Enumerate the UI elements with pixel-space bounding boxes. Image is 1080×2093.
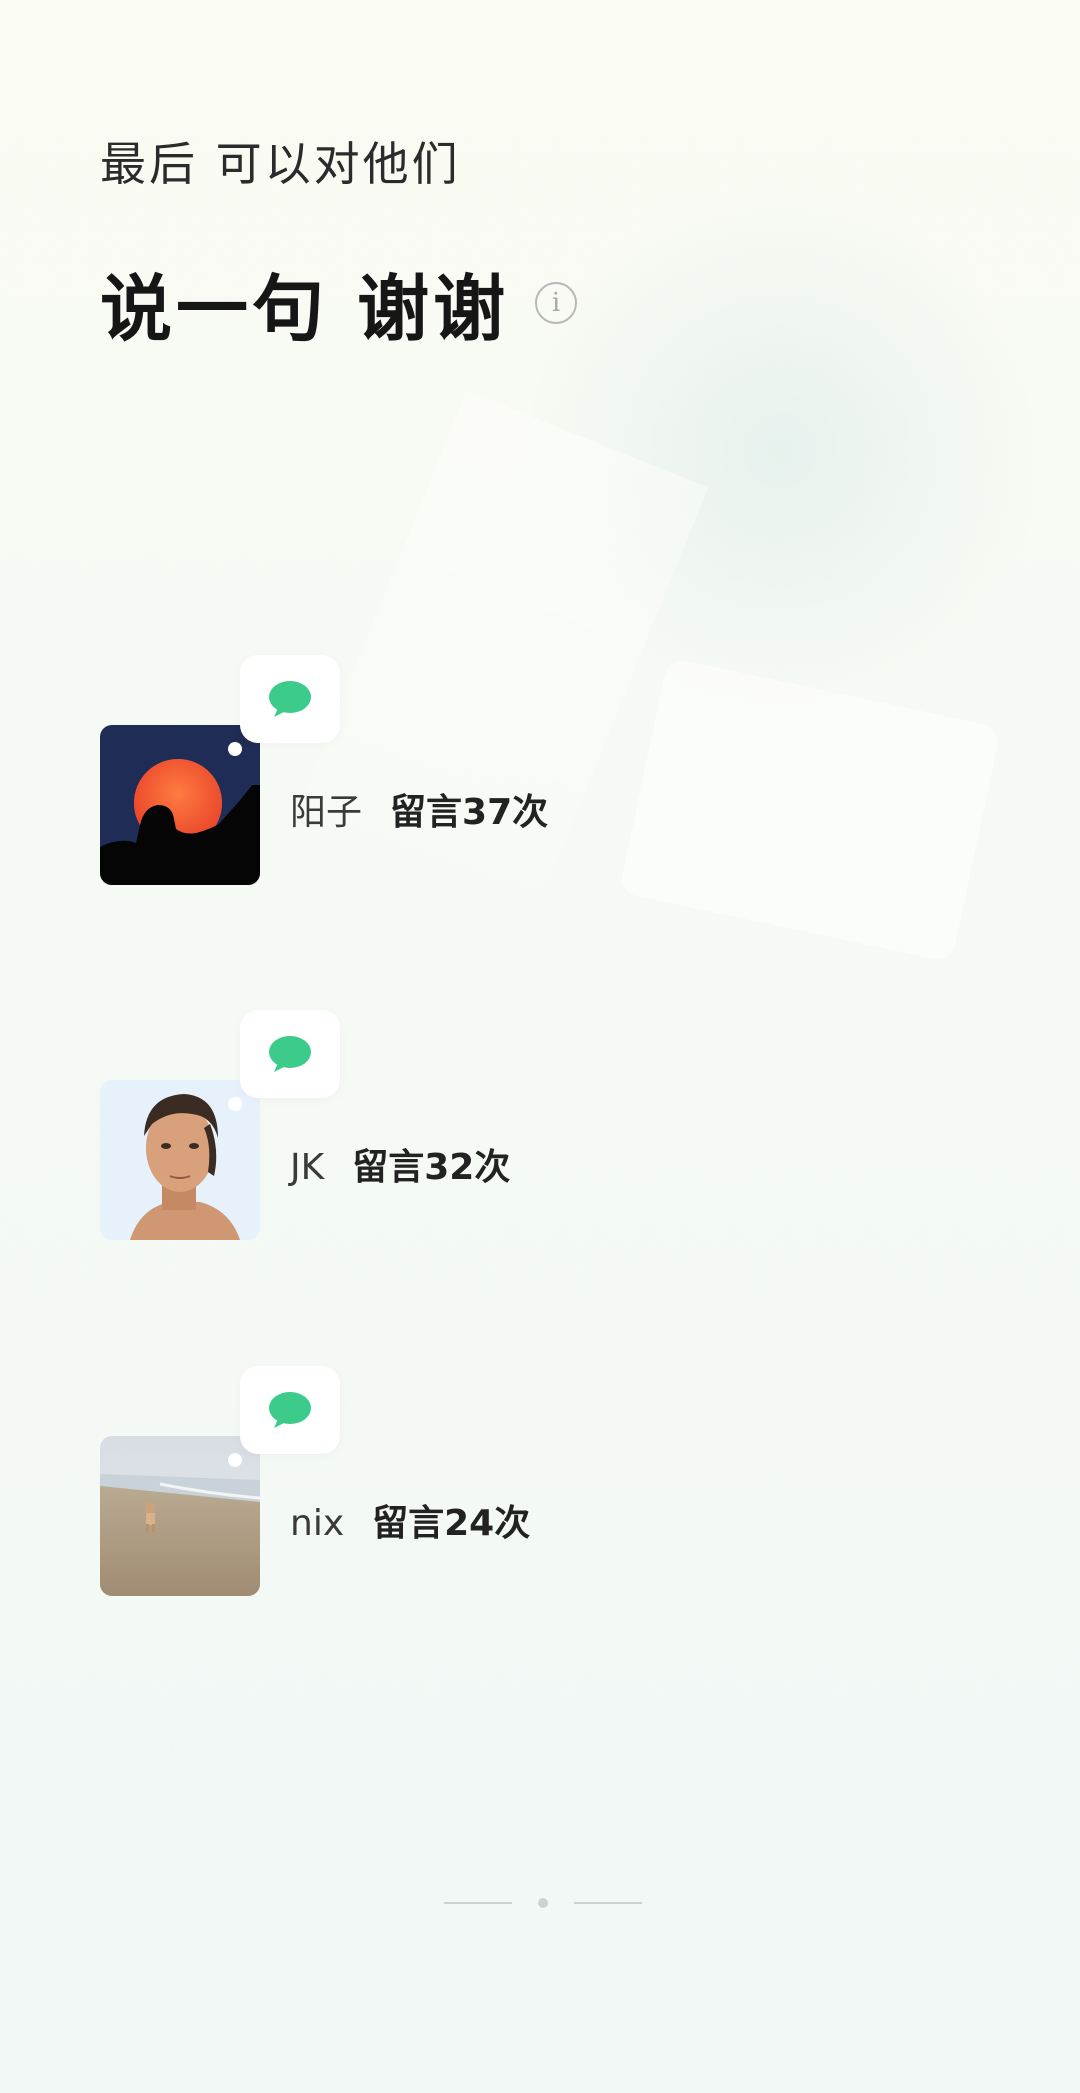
- page-subtitle: 最后 可以对他们: [100, 137, 461, 191]
- bubble-tail-dot: [228, 1097, 242, 1111]
- page-indicator-current: [538, 1898, 548, 1908]
- comment-count: 留言24次: [372, 1503, 531, 1544]
- title-row: 说一句 谢谢 i: [100, 250, 578, 355]
- chat-bubble-icon: [269, 681, 311, 717]
- bubble-tail-dot: [228, 742, 242, 756]
- page-indicator-next[interactable]: [574, 1902, 642, 1904]
- entry-meta: nix 留言24次: [290, 1494, 530, 1546]
- comment-bubble: [240, 655, 340, 743]
- user-name: JK: [290, 1147, 325, 1188]
- comment-count: 留言32次: [352, 1147, 511, 1188]
- comment-bubble: [240, 1366, 340, 1454]
- comment-bubble: [240, 1010, 340, 1098]
- chat-bubble-icon: [269, 1036, 311, 1072]
- user-name: nix: [290, 1503, 345, 1544]
- page-indicator-previous[interactable]: [444, 1902, 512, 1904]
- list-item[interactable]: 阳子 留言37次: [100, 655, 800, 895]
- page-indicator: [444, 1898, 642, 1908]
- entry-meta: 阳子 留言37次: [290, 783, 548, 835]
- chat-bubble-icon: [269, 1392, 311, 1428]
- info-icon[interactable]: i: [535, 281, 578, 324]
- entry-meta: JK 留言32次: [290, 1138, 510, 1190]
- comment-count: 留言37次: [390, 792, 549, 833]
- list-item[interactable]: JK 留言32次: [100, 1010, 800, 1250]
- user-name: 阳子: [290, 792, 363, 833]
- bubble-tail-dot: [228, 1453, 242, 1467]
- list-item[interactable]: nix 留言24次: [100, 1366, 800, 1606]
- page-title: 说一句 谢谢: [100, 267, 510, 351]
